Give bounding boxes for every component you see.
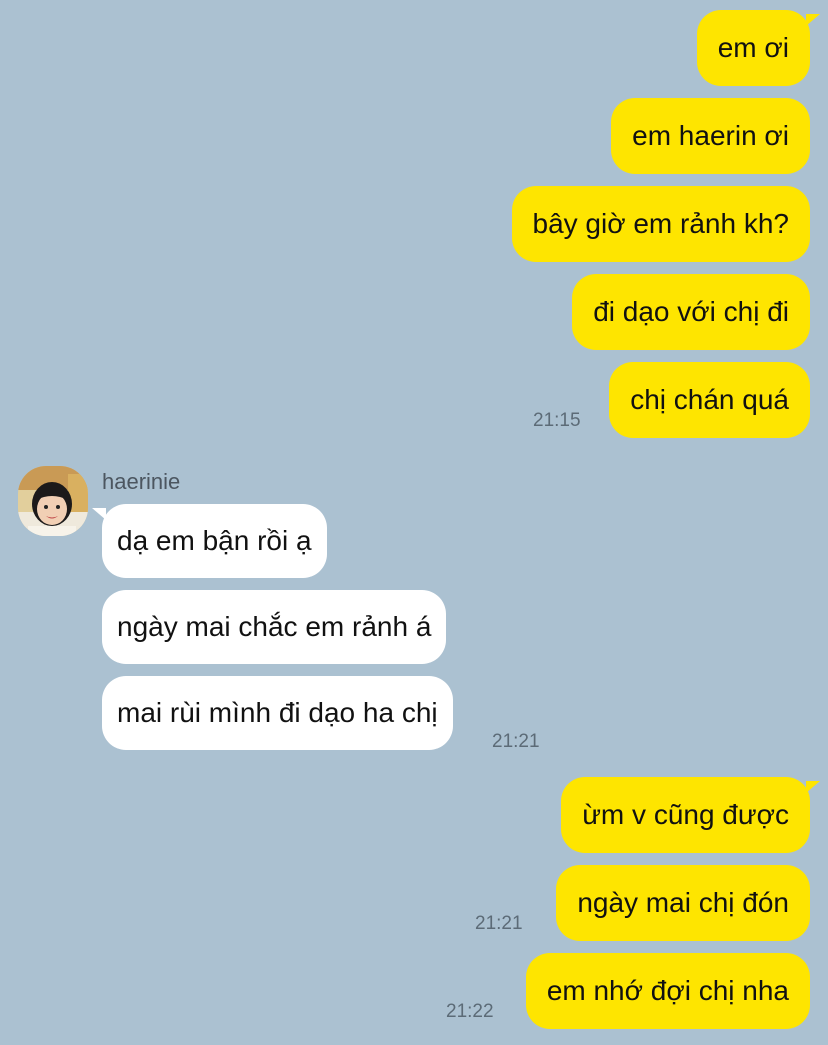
message-bubble-outgoing[interactable]: em ơi — [696, 10, 810, 86]
message-text: ngày mai chị đón — [577, 887, 789, 918]
message-bubble-incoming[interactable]: mai rùi mình đi dạo ha chị — [102, 676, 453, 750]
avatar[interactable] — [18, 466, 88, 536]
message-bubble-outgoing[interactable]: em haerin ơi — [611, 98, 810, 174]
bubble-tail — [806, 14, 820, 26]
message-text: chị chán quá — [630, 384, 789, 415]
message-bubble-outgoing[interactable]: bây giờ em rảnh kh? — [511, 186, 810, 262]
message-text: em nhớ đợi chị nha — [546, 975, 789, 1006]
message-text: đi dạo với chị đi — [593, 296, 789, 327]
message-timestamp: 21:21 — [475, 913, 523, 934]
chat-view: em ơi em haerin ơi bây giờ em rảnh kh? đ… — [0, 0, 828, 1045]
bubble-tail — [806, 781, 820, 793]
message-text: mai rùi mình đi dạo ha chị — [117, 697, 438, 728]
message-timestamp: 21:15 — [533, 410, 581, 431]
message-bubble-outgoing[interactable]: em nhớ đợi chị nha — [525, 953, 810, 1029]
message-text: dạ em bận rồi ạ — [117, 525, 312, 556]
message-text: ừm v cũng được — [582, 799, 789, 830]
message-bubble-incoming[interactable]: ngày mai chắc em rảnh á — [102, 590, 447, 664]
message-timestamp: 21:21 — [492, 731, 540, 752]
message-text: em ơi — [717, 32, 789, 63]
message-bubble-incoming[interactable]: dạ em bận rồi ạ — [102, 504, 327, 578]
sender-name: haerinie — [102, 469, 181, 494]
profile-photo-icon — [18, 466, 88, 536]
message-bubble-outgoing[interactable]: ngày mai chị đón — [556, 865, 810, 941]
message-text: bây giờ em rảnh kh? — [532, 208, 790, 239]
bubble-tail — [92, 508, 106, 520]
message-text: ngày mai chắc em rảnh á — [117, 611, 432, 642]
message-bubble-outgoing[interactable]: đi dạo với chị đi — [572, 274, 810, 350]
message-bubble-outgoing[interactable]: chị chán quá — [609, 362, 810, 438]
message-bubble-outgoing[interactable]: ừm v cũng được — [561, 777, 810, 853]
message-text: em haerin ơi — [632, 120, 789, 151]
message-timestamp: 21:22 — [446, 1001, 494, 1022]
